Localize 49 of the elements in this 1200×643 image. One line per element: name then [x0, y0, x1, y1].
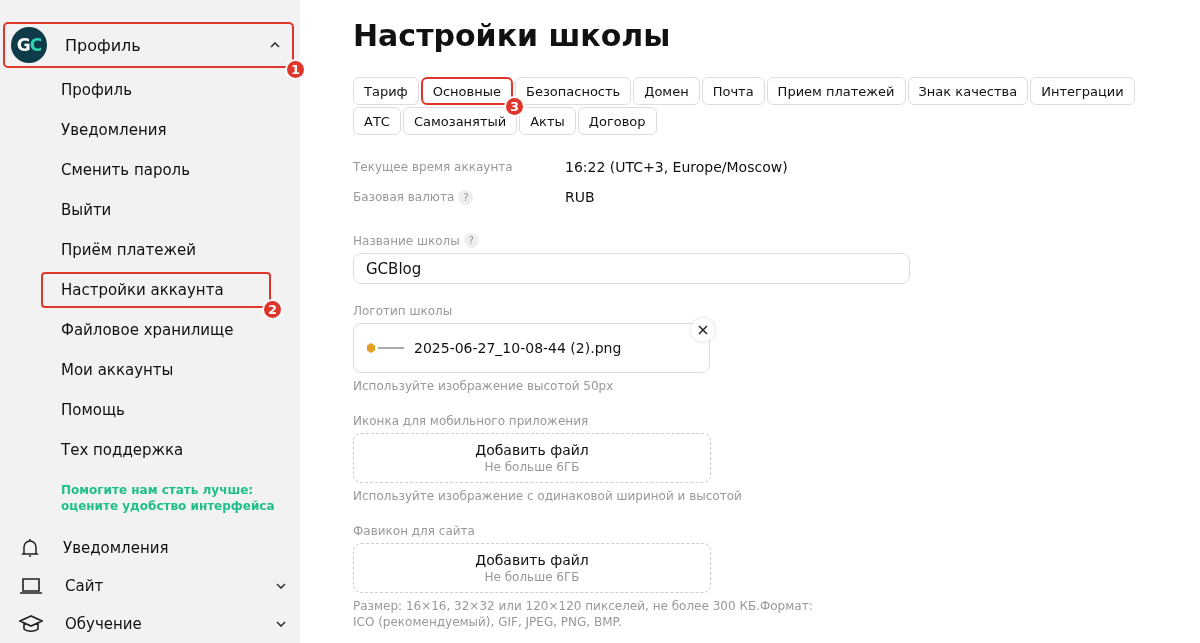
field-label: Фавикон для сайта — [353, 524, 476, 538]
sidebar-item[interactable]: Мои аккаунты — [41, 352, 194, 388]
section-label: Сайт — [65, 577, 105, 596]
file-name: 2025-06-27_10-08-44 (2).png — [414, 340, 622, 356]
sidebar-item[interactable]: Файловое хранилище — [41, 312, 254, 348]
school-logo: GC — [11, 27, 47, 63]
close-button[interactable] — [691, 318, 715, 342]
add-file-button[interactable]: Добавить файл Не больше 6ГБ — [353, 433, 711, 483]
menu-label: Профиль — [65, 35, 142, 55]
settings-tab[interactable]: Интеграции — [1030, 77, 1135, 105]
school-name-field[interactable]: GCBlog — [353, 253, 910, 284]
sidebar-item[interactable]: Уведомления — [41, 112, 187, 148]
info-label: Текущее время аккаунта — [353, 160, 513, 174]
callout-number: 1 — [285, 59, 306, 80]
info-value: RUB — [565, 189, 596, 205]
close-icon — [698, 325, 708, 335]
info-value: 16:22 (UTC+3, Europe/Moscow) — [565, 159, 789, 175]
settings-tab[interactable]: Тариф — [353, 77, 419, 105]
settings-tab[interactable]: Знак качества — [907, 77, 1029, 105]
sidebar-item[interactable]: Приём платежей — [41, 232, 216, 268]
sidebar-item[interactable]: Выйти — [41, 192, 132, 228]
settings-tab[interactable]: Почта — [701, 77, 765, 105]
sidebar-item[interactable]: Тех поддержка — [41, 432, 204, 468]
sidebar-item[interactable]: Сменить пароль — [41, 152, 211, 188]
section-label: Обучение — [65, 615, 143, 633]
laptop-icon — [19, 576, 43, 597]
field-label: Название школы — [353, 233, 460, 248]
sidebar-item[interactable]: Помощь — [41, 392, 145, 428]
field-label: Логотип школы — [353, 304, 454, 318]
add-file-button[interactable]: Добавить файл Не больше 6ГБ — [353, 543, 711, 593]
page-title: Настройки школы — [353, 18, 672, 53]
settings-tab[interactable]: Прием платежей — [766, 77, 906, 105]
sidebar-section[interactable]: Обучение — [3, 605, 300, 643]
settings-tab[interactable]: Домен — [633, 77, 700, 105]
callout-number: 2 — [262, 299, 283, 320]
bell-icon — [19, 537, 41, 560]
hint-text: Размер: 16×16, 32×32 или 120×120 пикселей, не более 300 КБ.Формат: ICO (рекомендуемый), GIF, JPEG, PNG, BMP. — [353, 598, 814, 630]
settings-tab[interactable]: АТС — [353, 107, 401, 135]
hint-text: Используйте изображение с одинаковой шириной и высотой — [353, 488, 743, 504]
info-label: Базовая валюта — [353, 190, 455, 204]
settings-tab[interactable]: Акты — [519, 107, 576, 135]
field-label: Иконка для мобильного приложения — [353, 414, 590, 428]
graduation-cap-icon — [19, 614, 43, 634]
section-label: Уведомления — [63, 539, 170, 558]
sidebar-item[interactable]: Профиль — [41, 72, 152, 108]
hint-text: Используйте изображение высотой 50px — [353, 378, 615, 394]
settings-tab[interactable]: Договор — [577, 107, 657, 135]
sidebar-section[interactable]: Уведомления — [3, 529, 300, 568]
sidebar-section[interactable]: Сайт — [3, 567, 300, 606]
